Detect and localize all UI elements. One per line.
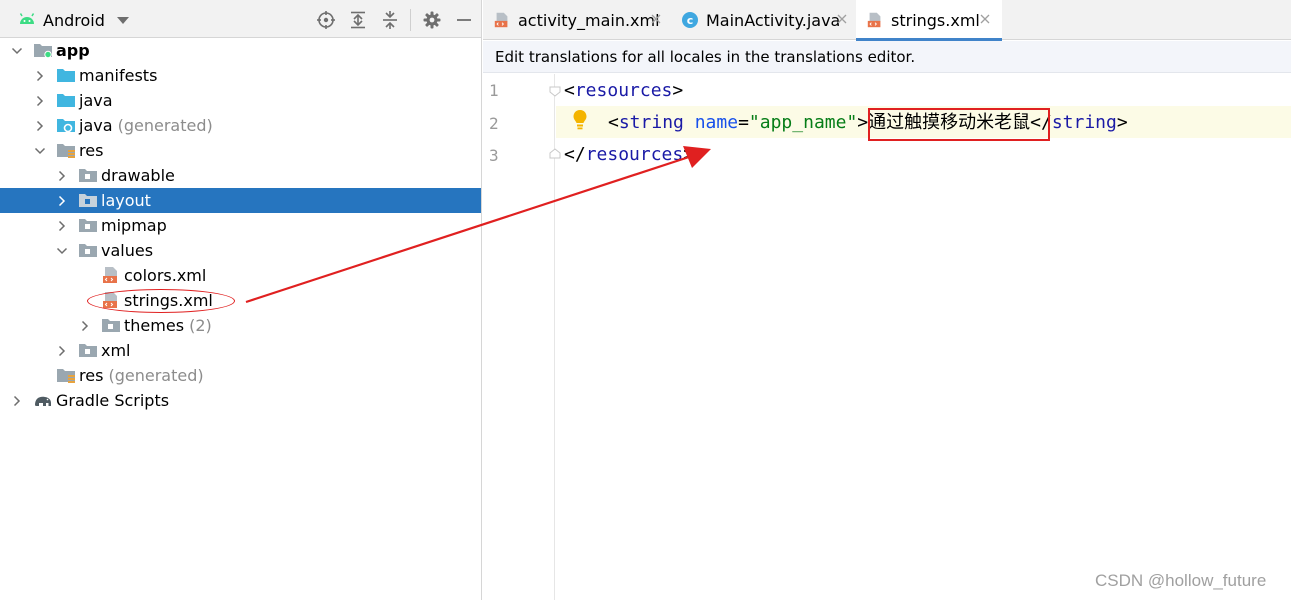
tab-strings-xml[interactable]: strings.xml	[856, 0, 1002, 41]
gradle-elephant-icon	[35, 396, 51, 406]
tree-item-colors-xml[interactable]: colors.xml	[0, 263, 481, 288]
close-icon[interactable]	[979, 13, 991, 25]
project-pane-header: Android	[0, 0, 481, 38]
fold-marker-icon[interactable]	[549, 148, 561, 160]
chevron-down-icon[interactable]	[56, 245, 68, 257]
chevron-down-icon[interactable]	[11, 45, 23, 57]
tab-mainactivity-java[interactable]: c MainActivity.java	[671, 0, 854, 40]
tree-item-manifests[interactable]: manifests	[0, 63, 481, 88]
chevron-right-icon[interactable]	[56, 195, 68, 207]
lightbulb-icon[interactable]	[572, 109, 588, 131]
tab-label: MainActivity.java	[706, 11, 841, 30]
tree-item-suffix: (generated)	[117, 116, 213, 135]
tree-item-app[interactable]: app	[0, 38, 481, 63]
module-folder-icon	[34, 44, 52, 59]
generated-folder-icon	[57, 119, 75, 133]
tree-item-label: colors.xml	[124, 266, 207, 285]
xml-file-icon	[103, 267, 117, 283]
tree-item-layout[interactable]: layout	[0, 188, 481, 213]
tree-item-label: drawable	[101, 166, 175, 185]
resource-folder-icon	[57, 369, 75, 383]
tree-item-label: res (generated)	[79, 366, 204, 385]
resource-folder-icon	[57, 144, 75, 158]
tree-item-values[interactable]: values	[0, 238, 481, 263]
folder-icon	[57, 69, 75, 82]
xml-file-icon	[867, 12, 881, 28]
close-icon[interactable]	[650, 13, 662, 25]
tree-item-label: res	[79, 141, 104, 160]
code-line-3: </resources>	[564, 144, 695, 165]
tree-item-java[interactable]: java	[0, 88, 481, 113]
locate-icon[interactable]	[316, 10, 336, 30]
chevron-right-icon[interactable]	[34, 95, 46, 107]
expand-all-icon[interactable]	[348, 10, 368, 30]
watermark: CSDN @hollow_future	[1095, 571, 1267, 590]
header-divider	[410, 9, 411, 31]
tree-item-label: manifests	[79, 66, 158, 85]
tree-item-mipmap[interactable]: mipmap	[0, 213, 481, 238]
editor-tab-bar: activity_main.xml c MainActivity.java st…	[483, 0, 1291, 41]
tree-item-label: java (generated)	[79, 116, 213, 135]
chevron-down-icon[interactable]	[116, 14, 130, 26]
line-number: 2	[489, 114, 499, 133]
project-pane: Android app manifests java java (generat…	[0, 0, 482, 600]
java-class-icon: c	[682, 12, 698, 28]
tree-item-label: Gradle Scripts	[56, 391, 170, 410]
tree-item-xml[interactable]: xml	[0, 338, 481, 363]
folder-icon	[79, 219, 97, 232]
collapse-all-icon[interactable]	[380, 10, 400, 30]
folder-icon	[79, 344, 97, 357]
line-number: 3	[489, 146, 499, 165]
chevron-right-icon[interactable]	[34, 120, 46, 132]
android-icon	[19, 13, 35, 24]
tree-item-label: themes (2)	[124, 316, 212, 335]
tree-item-res-generated[interactable]: res (generated)	[0, 363, 481, 388]
svg-text:c: c	[687, 14, 694, 27]
tree-item-label: java	[79, 91, 113, 110]
annotation-highlight-box	[868, 108, 1050, 141]
chevron-down-icon[interactable]	[34, 145, 46, 157]
tree-item-strings-xml[interactable]: strings.xml	[0, 288, 481, 313]
chevron-right-icon[interactable]	[11, 395, 23, 407]
chevron-right-icon[interactable]	[56, 345, 68, 357]
chevron-right-icon[interactable]	[56, 170, 68, 182]
tree-item-label: xml	[101, 341, 131, 360]
folder-icon	[79, 194, 97, 207]
folder-icon	[79, 244, 97, 257]
folder-icon	[102, 319, 120, 332]
line-number-gutter: 1 2 3	[483, 74, 555, 600]
tree-item-label: values	[101, 241, 154, 260]
annotation-oval	[87, 289, 235, 313]
xml-file-icon	[494, 12, 508, 28]
close-icon[interactable]	[836, 13, 848, 25]
translations-notice-text[interactable]: Edit translations for all locales in the…	[495, 47, 915, 67]
chevron-right-icon[interactable]	[79, 320, 91, 332]
gear-icon[interactable]	[422, 10, 442, 30]
translations-notice-bar: Edit translations for all locales in the…	[483, 41, 1291, 73]
tree-item-label: app	[56, 41, 90, 60]
chevron-right-icon[interactable]	[56, 220, 68, 232]
tab-label: activity_main.xml	[518, 11, 660, 30]
code-line-1: <resources>	[564, 80, 684, 101]
tree-item-java-generated[interactable]: java (generated)	[0, 113, 481, 138]
folder-icon	[79, 169, 97, 182]
fold-marker-icon[interactable]	[549, 85, 561, 97]
tab-activity-main-xml[interactable]: activity_main.xml	[483, 0, 668, 40]
tab-label: strings.xml	[891, 11, 980, 30]
tree-item-label: layout	[101, 191, 151, 210]
code-editor[interactable]: <resources> <string name="app_name">通过触摸…	[549, 74, 1291, 600]
chevron-right-icon[interactable]	[34, 70, 46, 82]
tree-item-drawable[interactable]: drawable	[0, 163, 481, 188]
tree-item-suffix: (generated)	[108, 366, 204, 385]
hide-pane-icon[interactable]	[454, 10, 474, 30]
folder-icon	[57, 94, 75, 107]
tree-item-themes[interactable]: themes (2)	[0, 313, 481, 338]
tree-item-label: mipmap	[101, 216, 167, 235]
tree-item-gradle-scripts[interactable]: Gradle Scripts	[0, 388, 481, 413]
tree-item-suffix: (2)	[189, 316, 212, 335]
view-selector[interactable]: Android	[43, 11, 105, 31]
editor: activity_main.xml c MainActivity.java st…	[483, 0, 1291, 600]
tree-item-res[interactable]: res	[0, 138, 481, 163]
line-number: 1	[489, 81, 499, 100]
